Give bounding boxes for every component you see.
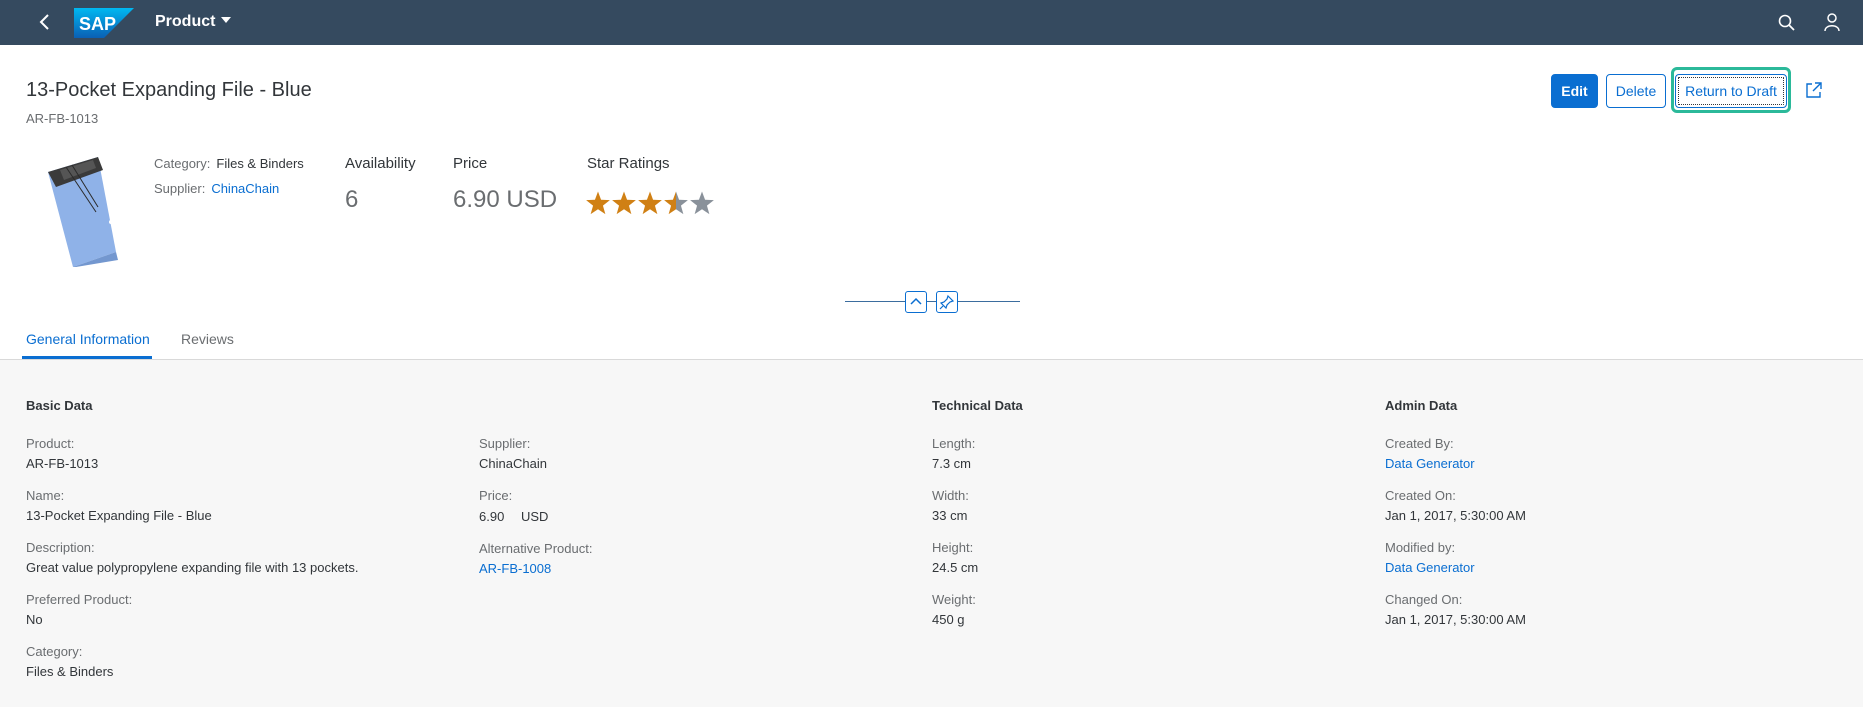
star-icon — [690, 191, 714, 215]
section-title-basic-data: Basic Data — [26, 398, 93, 413]
chevron-up-icon — [910, 297, 922, 305]
back-icon[interactable] — [35, 12, 55, 32]
field-value: AR-FB-1013 — [26, 456, 99, 471]
field-label: Category: — [26, 644, 83, 659]
field-label: Supplier: — [479, 436, 531, 451]
price-label: Price — [453, 155, 488, 172]
pin-header-button[interactable] — [936, 291, 958, 313]
field-label: Created On: — [1385, 488, 1456, 503]
price-currency: USD — [521, 509, 549, 524]
created-by-link[interactable]: Data Generator — [1385, 456, 1475, 471]
alternative-product-link[interactable]: AR-FB-1008 — [479, 561, 551, 576]
return-to-draft-button[interactable]: Return to Draft — [1675, 74, 1787, 108]
field-label: Alternative Product: — [479, 541, 593, 556]
field-label: Length: — [932, 436, 976, 451]
availability-value: 6 — [345, 186, 359, 213]
star-icon — [586, 191, 610, 215]
star-icon — [638, 191, 662, 215]
modified-by-link[interactable]: Data Generator — [1385, 560, 1475, 575]
supplier-link[interactable]: ChinaChain — [211, 181, 279, 196]
field-value: 33 cm — [932, 508, 968, 523]
sap-logo[interactable]: SAP — [74, 8, 134, 43]
field-label: Height: — [932, 540, 974, 555]
collapse-header-button[interactable] — [905, 291, 927, 313]
field-label: Price: — [479, 488, 513, 503]
star-ratings-label: Star Ratings — [587, 155, 670, 172]
pin-icon — [939, 294, 955, 310]
field-value: Files & Binders — [26, 664, 114, 679]
star-icon — [612, 191, 636, 215]
search-icon[interactable] — [1777, 13, 1797, 33]
supplier-field: Supplier: ChinaChain — [154, 181, 279, 196]
availability-label: Availability — [345, 155, 416, 172]
field-label: Changed On: — [1385, 592, 1463, 607]
section-title-admin-data: Admin Data — [1385, 398, 1458, 413]
edit-button[interactable]: Edit — [1551, 74, 1598, 108]
tab-general-information[interactable]: General Information — [26, 331, 150, 347]
caret-down-icon — [221, 17, 232, 23]
field-value: 24.5 cm — [932, 560, 979, 575]
field-label: Description: — [26, 540, 95, 555]
app-title: Product — [155, 13, 216, 30]
category-label: Category: — [154, 156, 211, 171]
field-value: Jan 1, 2017, 5:30:00 AM — [1385, 612, 1526, 627]
page-title: 13-Pocket Expanding File - Blue — [26, 79, 312, 101]
field-label: Name: — [26, 488, 65, 503]
price-value: 6.90 USD — [453, 186, 558, 213]
shell-bar: SAP Product — [0, 0, 1863, 45]
page-subtitle: AR-FB-1013 — [26, 111, 99, 126]
star-icon — [664, 191, 688, 215]
field-value: Jan 1, 2017, 5:30:00 AM — [1385, 508, 1526, 523]
product-image — [48, 157, 118, 267]
field-label: Preferred Product: — [26, 592, 133, 607]
field-label: Product: — [26, 436, 75, 451]
section-title-technical-data: Technical Data — [932, 398, 1023, 413]
svg-text:SAP: SAP — [79, 14, 116, 34]
field-label: Weight: — [932, 592, 976, 607]
app-title-menu[interactable]: Product — [155, 13, 232, 31]
field-value: ChinaChain — [479, 456, 547, 471]
tab-reviews[interactable]: Reviews — [181, 331, 234, 347]
field-value: 450 g — [932, 612, 965, 627]
active-tab-indicator — [22, 356, 152, 359]
object-header: 13-Pocket Expanding File - Blue AR-FB-10… — [0, 45, 1863, 360]
header-divider — [845, 301, 1020, 302]
user-icon[interactable] — [1822, 12, 1842, 32]
field-value: 13-Pocket Expanding File - Blue — [26, 508, 212, 523]
supplier-label: Supplier: — [154, 181, 206, 196]
category-value: Files & Binders — [216, 156, 304, 171]
star-rating — [586, 191, 714, 215]
share-icon[interactable] — [1805, 81, 1823, 99]
delete-button[interactable]: Delete — [1606, 74, 1666, 108]
field-value: 7.3 cm — [932, 456, 972, 471]
field-label: Modified by: — [1385, 540, 1456, 555]
field-label: Created By: — [1385, 436, 1454, 451]
category-field: Category: Files & Binders — [154, 156, 304, 171]
field-value: No — [26, 612, 43, 627]
price-amount: 6.90 — [479, 509, 505, 524]
field-value: Great value polypropylene expanding file… — [26, 560, 359, 575]
field-label: Width: — [932, 488, 969, 503]
